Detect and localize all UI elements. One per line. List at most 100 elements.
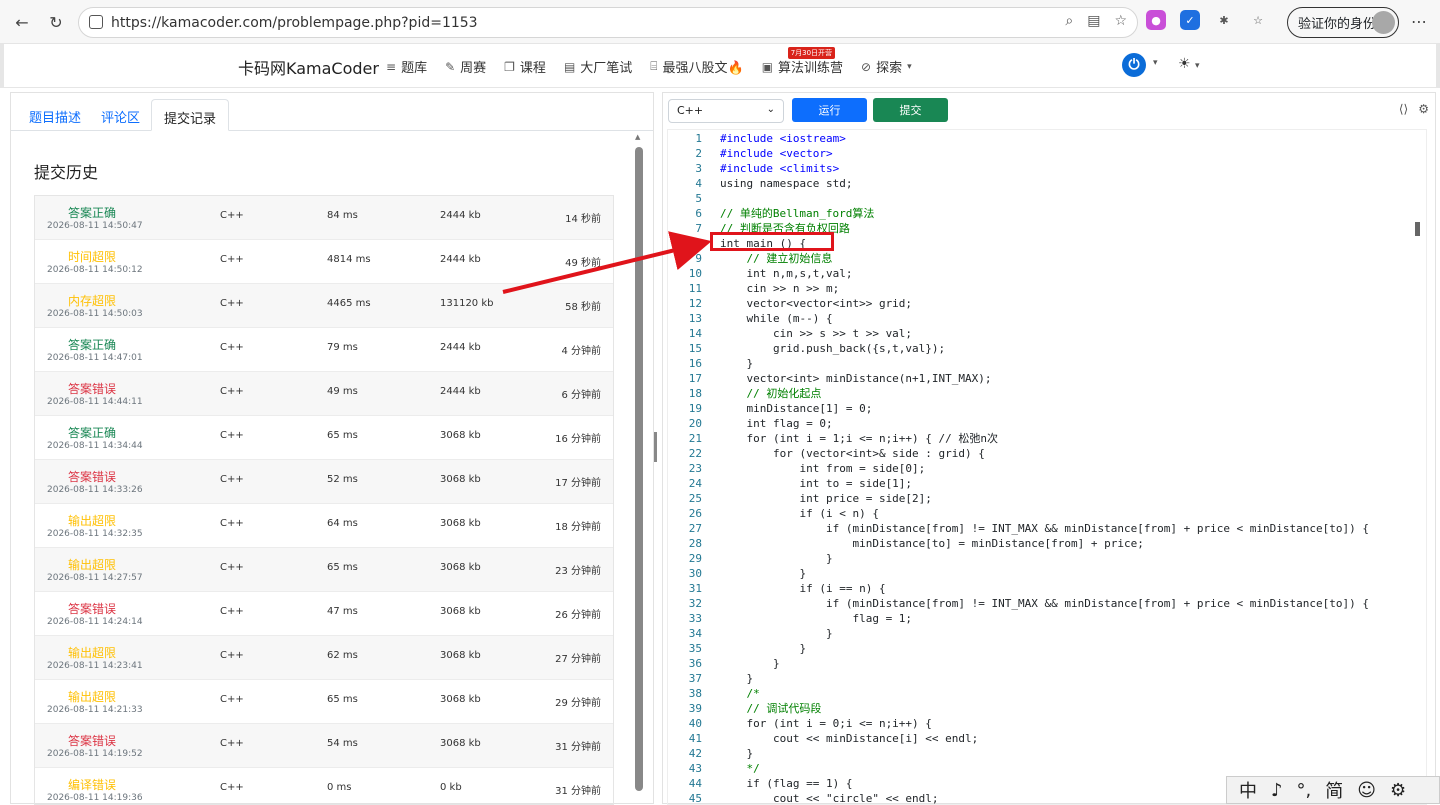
ime-item[interactable]: °, — [1297, 780, 1312, 801]
code-text: #include <climits> — [720, 162, 840, 175]
submission-language: C++ — [220, 650, 244, 661]
ime-item[interactable]: 简 — [1325, 777, 1343, 803]
submission-runtime: 4814 ms — [327, 254, 371, 265]
theme-icon[interactable]: ☀ ▾ — [1178, 56, 1200, 72]
code-line: 39 // 调试代码段 — [668, 701, 1426, 716]
submission-row[interactable]: 内存超限 2026-08-11 14:50:03 C++ 4465 ms 131120 … — [35, 284, 613, 328]
reload-icon[interactable]: ↻ — [42, 8, 70, 36]
ime-item[interactable]: ♪ — [1271, 780, 1283, 801]
line-number: 29 — [688, 552, 702, 565]
code-text: minDistance[to] = minDistance[from] + pr… — [720, 537, 1144, 550]
nav-item-0[interactable]: ≡ 题库 — [386, 57, 427, 77]
submission-ago: 16 分钟前 — [555, 434, 601, 445]
tab-submissions[interactable]: 提交记录 — [151, 99, 230, 131]
code-text: // 初始化起点 — [720, 387, 822, 400]
submission-ago: 14 秒前 — [565, 214, 601, 225]
puzzle-icon[interactable]: ✱ — [1214, 10, 1234, 30]
submission-row[interactable]: 答案正确 2026-08-11 14:50:47 C++ 84 ms 2444 kb 14… — [35, 196, 613, 240]
line-number: 40 — [688, 717, 702, 730]
submission-row[interactable]: 输出超限 2026-08-11 14:23:41 C++ 62 ms 3068 kb 27… — [35, 636, 613, 680]
more-icon[interactable]: ⋯ — [1411, 12, 1427, 31]
nav-item-3[interactable]: ▤ 大厂笔试 — [563, 57, 632, 77]
submission-row[interactable]: 答案错误 2026-08-11 14:19:52 C++ 54 ms 3068 kb 31… — [35, 724, 613, 768]
submission-row[interactable]: 答案错误 2026-08-11 14:44:11 C++ 49 ms 2444 kb 6 … — [35, 372, 613, 416]
submission-row[interactable]: 输出超限 2026-08-11 14:32:35 C++ 64 ms 3068 kb 18… — [35, 504, 613, 548]
submission-time: 2026-08-11 14:44:11 — [47, 397, 143, 407]
nav-item-6[interactable]: ⊘ 探索 ▾ — [861, 57, 912, 77]
submission-row[interactable]: 输出超限 2026-08-11 14:27:57 C++ 65 ms 3068 kb 23… — [35, 548, 613, 592]
submission-memory: 3068 kb — [440, 518, 481, 529]
power-icon[interactable]: ⏻ — [1122, 53, 1146, 77]
submission-row[interactable]: 时间超限 2026-08-11 14:50:12 C++ 4814 ms 2444 kb… — [35, 240, 613, 284]
nav-item-4[interactable]: ⌸ 最强八股文🔥 — [650, 57, 743, 76]
address-bar[interactable]: https://kamacoder.com/problempage.php?pi… — [78, 7, 1138, 38]
code-text: #include <iostream> — [720, 132, 846, 145]
code-line: 36 } — [668, 656, 1426, 671]
url-text: https://kamacoder.com/problempage.php?pi… — [111, 14, 478, 31]
code-line: 42 } — [668, 746, 1426, 761]
gear-icon[interactable]: ⚙ — [1418, 102, 1429, 116]
profile-button[interactable]: 验证你的身份 — [1287, 7, 1399, 38]
brand-logo[interactable]: 卡码网KamaCoder — [238, 55, 379, 79]
code-line: 18 // 初始化起点 — [668, 386, 1426, 401]
star-icon[interactable]: ☆ — [1114, 13, 1127, 29]
code-line: 23 int from = side[0]; — [668, 461, 1426, 476]
submission-row[interactable]: 答案正确 2026-08-11 14:34:44 C++ 65 ms 3068 kb 16… — [35, 416, 613, 460]
submit-button[interactable]: 提交 — [873, 98, 948, 122]
line-number: 9 — [695, 252, 702, 265]
code-text: } — [720, 567, 807, 580]
code-text: vector<vector<int>> grid; — [720, 297, 913, 310]
search-icon[interactable]: ⌕ — [1065, 13, 1073, 29]
submission-row[interactable]: 答案错误 2026-08-11 14:33:26 C++ 52 ms 3068 kb 17… — [35, 460, 613, 504]
code-text: cout << "circle" << endl; — [720, 792, 939, 805]
chevron-down-icon[interactable]: ▾ — [1153, 58, 1158, 68]
nav-item-2[interactable]: ❐ 课程 — [504, 57, 546, 77]
submission-runtime: 65 ms — [327, 694, 358, 705]
submission-language: C++ — [220, 430, 244, 441]
code-line: 10 int n,m,s,t,val; — [668, 266, 1426, 281]
code-text: /* — [720, 687, 760, 700]
highlight-box — [710, 232, 834, 251]
line-number: 11 — [688, 282, 702, 295]
submission-time: 2026-08-11 14:50:12 — [47, 265, 143, 275]
ime-item[interactable]: 中 — [1239, 777, 1257, 803]
extension-blue-icon[interactable]: ✓ — [1180, 10, 1200, 30]
scrollbar-thumb[interactable] — [635, 147, 643, 791]
code-text: } — [720, 747, 754, 760]
back-icon[interactable]: ← — [8, 8, 36, 36]
ime-item[interactable]: ☺ — [1357, 780, 1376, 801]
favorites-icon[interactable]: ☆ — [1248, 10, 1268, 30]
line-number: 20 — [688, 417, 702, 430]
extension-brain-icon[interactable]: ● — [1146, 10, 1166, 30]
tab-description[interactable]: 题目描述 — [17, 99, 93, 131]
compass-icon: ⊘ — [861, 59, 872, 74]
reader-icon[interactable]: ▤ — [1087, 13, 1100, 29]
submission-row[interactable]: 答案错误 2026-08-11 14:24:14 C++ 47 ms 3068 kb 26… — [35, 592, 613, 636]
code-icon: ⌸ — [650, 59, 658, 73]
language-select[interactable]: C++ ⌄ — [668, 99, 784, 123]
code-format-icon[interactable]: ⟨⟩ — [1399, 102, 1408, 116]
ime-item[interactable]: ⚙ — [1390, 780, 1406, 801]
panel-splitter[interactable] — [654, 432, 657, 462]
run-button[interactable]: 运行 — [792, 98, 867, 122]
site-header: 卡码网KamaCoder ≡ 题库 ✎ 周赛 ❐ 课程 ▤ 大厂笔试 ⌸ 最强八股文🔥 ▣ 算法训练营… — [0, 44, 1440, 88]
nav-item-5[interactable]: ▣ 算法训练营 7月30日开营 — [762, 47, 843, 76]
tab-comments[interactable]: 评论区 — [89, 99, 152, 131]
submission-list: 答案正确 2026-08-11 14:50:47 C++ 84 ms 2444 kb 14… — [34, 195, 614, 805]
scroll-up-icon[interactable]: ▲ — [635, 133, 640, 141]
submission-row[interactable]: 输出超限 2026-08-11 14:21:33 C++ 65 ms 3068 kb 29… — [35, 680, 613, 724]
line-number: 15 — [688, 342, 702, 355]
code-text: } — [720, 627, 833, 640]
submission-status: 输出超限 — [68, 514, 117, 528]
submission-runtime: 4465 ms — [327, 298, 371, 309]
submission-runtime: 62 ms — [327, 650, 358, 661]
submission-row[interactable]: 答案正确 2026-08-11 14:47:01 C++ 79 ms 2444 kb 4 … — [35, 328, 613, 372]
submission-row[interactable]: 编译错误 2026-08-11 14:19:36 C++ 0 ms 0 kb 31 分钟前 — [35, 768, 613, 804]
scrollbar[interactable]: ▲ — [635, 133, 644, 805]
submission-language: C++ — [220, 342, 244, 353]
submission-ago: 23 分钟前 — [555, 566, 601, 577]
code-editor[interactable]: 1 #include <iostream> 2 #include <vector> 3 #… — [667, 129, 1427, 805]
nav-item-1[interactable]: ✎ 周赛 — [445, 57, 486, 77]
exam-icon: ▤ — [563, 59, 576, 74]
code-text: vector<int> minDistance(n+1,INT_MAX); — [720, 372, 992, 385]
